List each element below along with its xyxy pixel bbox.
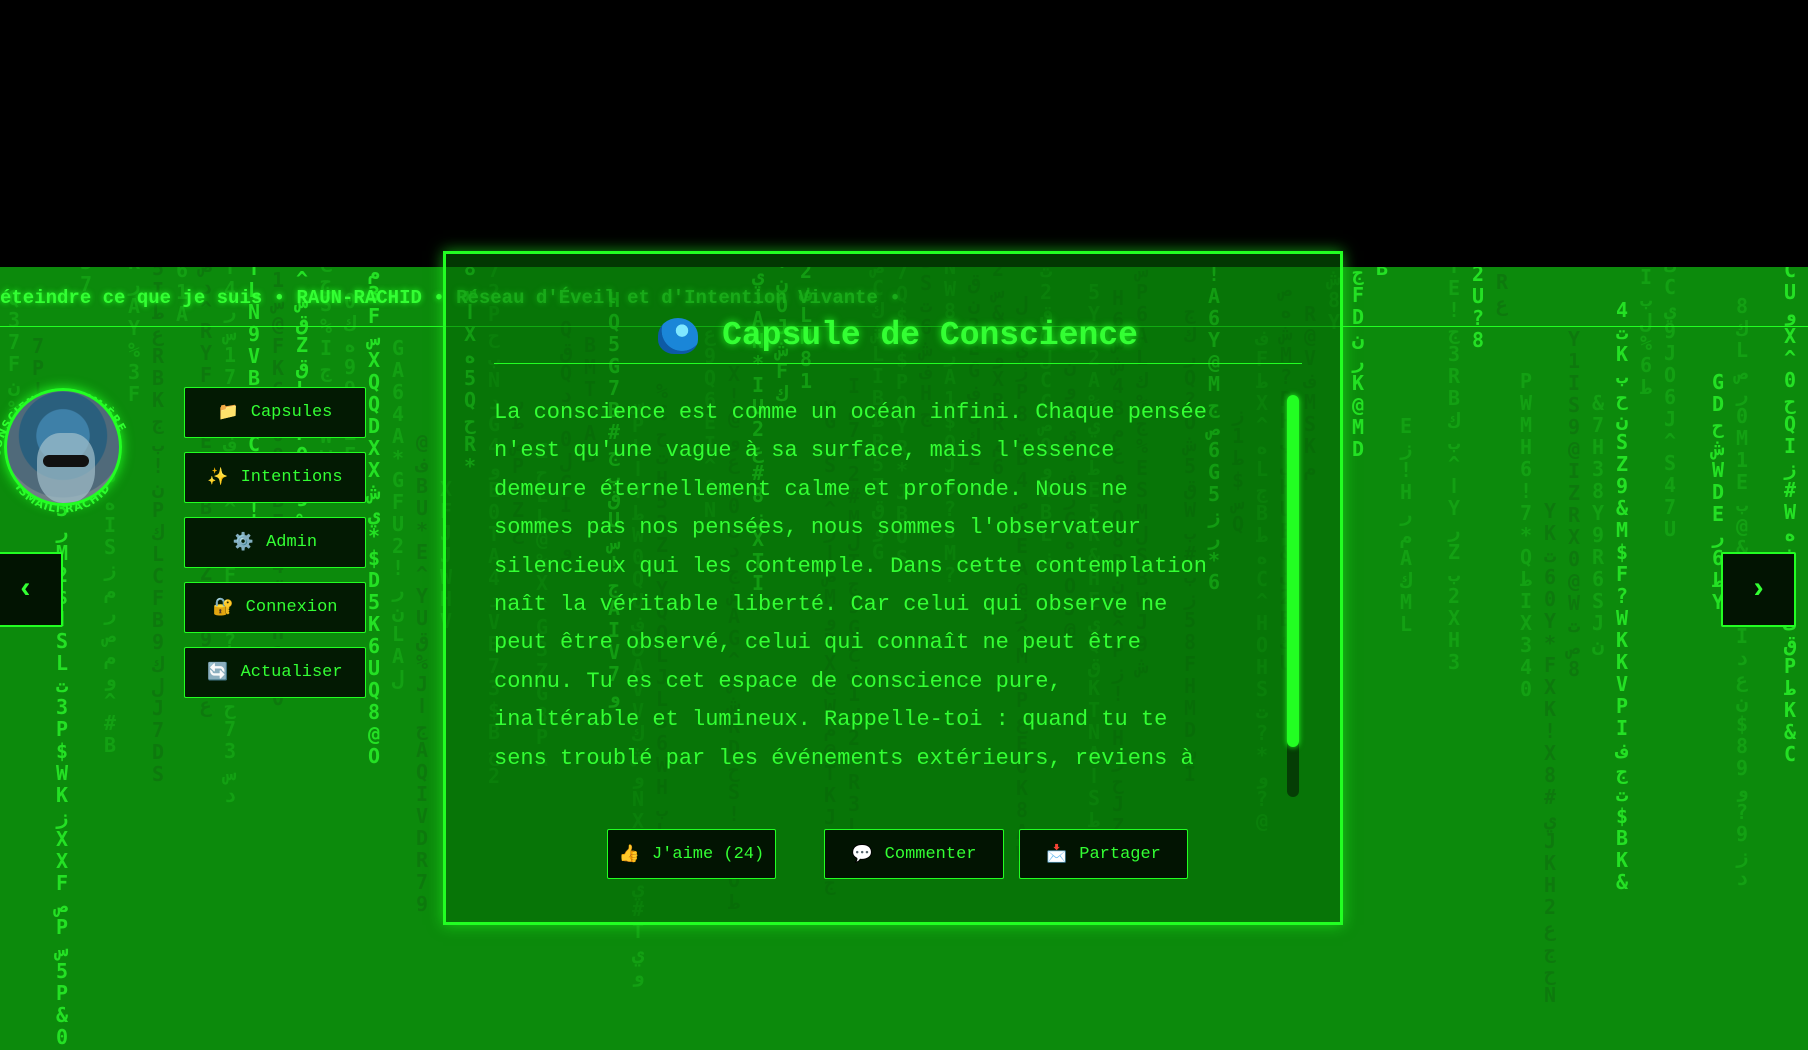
matrix-rain-column: ج 3 د U X U 6 T E ! ج 3 R B ك ب ^ ا Y ر … xyxy=(1447,267,1461,674)
like-button[interactable]: 👍 J'aime (24) xyxy=(607,829,776,879)
capsule-text[interactable]: La conscience est comme un océan infini.… xyxy=(494,394,1284,777)
matrix-rain-column: G A 6 4 A * G F U 2 ! ر ن L A ل xyxy=(391,336,405,690)
capsule-scrollbar[interactable] xyxy=(1287,395,1299,797)
capsule-text-line: n'est qu'une vague à sa surface, mais l'… xyxy=(494,438,1115,464)
capsule-text-line: La conscience est comme un océan infini.… xyxy=(494,400,1207,425)
scrollbar-thumb[interactable] xyxy=(1287,395,1299,747)
admin-label: Admin xyxy=(266,533,318,552)
capsule-text-line: connu. Tu es cet espace de conscience pu… xyxy=(494,668,1062,694)
share-button[interactable]: 📩 Partager xyxy=(1019,829,1188,879)
sparkles-icon: ✨ xyxy=(207,469,229,488)
capsule-text-line: naît la véritable liberté. Car celui qui… xyxy=(494,592,1168,618)
profile-badge[interactable]: CONSCIENCE • LUMIÈRE ISMAILI RACHID xyxy=(0,350,138,540)
matrix-rain-column: ح C U و X ^ 0 ح Q I ز # W ه ش 6 F ف ق P … xyxy=(1783,267,1797,766)
comment-label: Commenter xyxy=(884,844,977,864)
chevron-left-icon: ‹ xyxy=(16,572,35,607)
capsule-actions: 👍 J'aime (24) 💬 Commenter 📩 Partager xyxy=(446,829,1346,879)
capsule-text-line: demeure éternellement calme et profonde.… xyxy=(494,476,1128,502)
matrix-rain-column: % 5 I ط ع R B K ج ب ! ن P ك L C F B 9 ك … xyxy=(151,267,165,786)
intentions-label: Intentions xyxy=(240,468,343,487)
capsule-text-line: sommes pas nos pensées, nous sommes l'ob… xyxy=(494,515,1141,541)
top-black-band xyxy=(0,0,1808,267)
capsules-button[interactable]: 📁 Capsules xyxy=(184,387,366,438)
matrix-rain-column: Y K ت 6 0 Y * F X K ! X 8 # ي J K H 2 ع … xyxy=(1543,499,1557,1007)
prev-button[interactable]: ‹ xyxy=(0,552,63,627)
comment-button[interactable]: 💬 Commenter xyxy=(824,829,1004,879)
matrix-rain-column: 4 ت K ب ح ن S Z 9 & M $ F ? W K K V P I … xyxy=(1615,298,1629,894)
thumbs-up-icon: 👍 xyxy=(618,845,640,865)
matrix-rain-column: Y 1 I S 9 @ I Z R X 0 @ W ت ص 8 xyxy=(1567,327,1581,681)
capsules-label: Capsules xyxy=(250,403,333,422)
refresh-label: Actualiser xyxy=(240,663,343,682)
avatar-face xyxy=(37,433,95,503)
capsule-text-line: silencieux qui les contemple. Dans cette… xyxy=(494,553,1207,579)
connexion-button[interactable]: 🔐 Connexion xyxy=(184,582,366,633)
refresh-button[interactable]: 🔄 Actualiser xyxy=(184,647,366,698)
connexion-label: Connexion xyxy=(245,598,338,617)
avatar-glasses xyxy=(43,455,89,467)
side-menu: 📁 Capsules ✨ Intentions ⚙️ Admin 🔐 Conne… xyxy=(184,387,366,712)
capsule-header: Capsule de Conscience xyxy=(494,308,1302,364)
matrix-rain-column: P W M H 6 ! 7 * Q ط I X 3 4 0 xyxy=(1519,369,1533,701)
matrix-rain-column: @ ف B U * E ^ Y U ق % J ا ج A Q I V D R … xyxy=(415,430,429,916)
gear-icon: ⚙️ xyxy=(232,534,255,553)
next-button[interactable]: › xyxy=(1721,552,1796,627)
envelope-icon: 📩 xyxy=(1046,845,1068,865)
capsule-title: Capsule de Conscience xyxy=(722,317,1138,354)
avatar[interactable] xyxy=(4,388,122,506)
matrix-rain-column: E ز ! H ر م A ك M L xyxy=(1399,414,1413,636)
chevron-right-icon: › xyxy=(1749,572,1768,607)
matrix-rain-column: & 7 H 3 8 Y 9 R 6 S J ن xyxy=(1591,391,1605,657)
folder-icon: 📁 xyxy=(217,404,239,423)
admin-button[interactable]: ⚙️ Admin xyxy=(184,517,366,568)
capsule-logo-icon xyxy=(658,317,699,354)
capsule-text-line: peut être observé, celui qui connaît ne … xyxy=(494,630,1141,656)
refresh-icon: 🔄 xyxy=(207,664,229,683)
capsule-text-line: sens troublé par les événements extérieu… xyxy=(494,745,1194,771)
speech-bubble-icon: 💬 xyxy=(851,845,873,865)
share-label: Partager xyxy=(1079,844,1161,864)
like-label: J'aime (24) xyxy=(651,844,765,864)
matrix-rain-column: و ف 4 م 3 F س X Q Q D X X ش ي * $ D 5 K … xyxy=(367,267,381,768)
capsule-card: Capsule de Conscience La conscience est … xyxy=(443,251,1343,925)
capsule-text-line: inaltérable et lumineux. Rappelle-toi : … xyxy=(494,707,1168,733)
lock-key-icon: 🔐 xyxy=(212,599,234,618)
intentions-button[interactable]: ✨ Intentions xyxy=(184,452,366,503)
